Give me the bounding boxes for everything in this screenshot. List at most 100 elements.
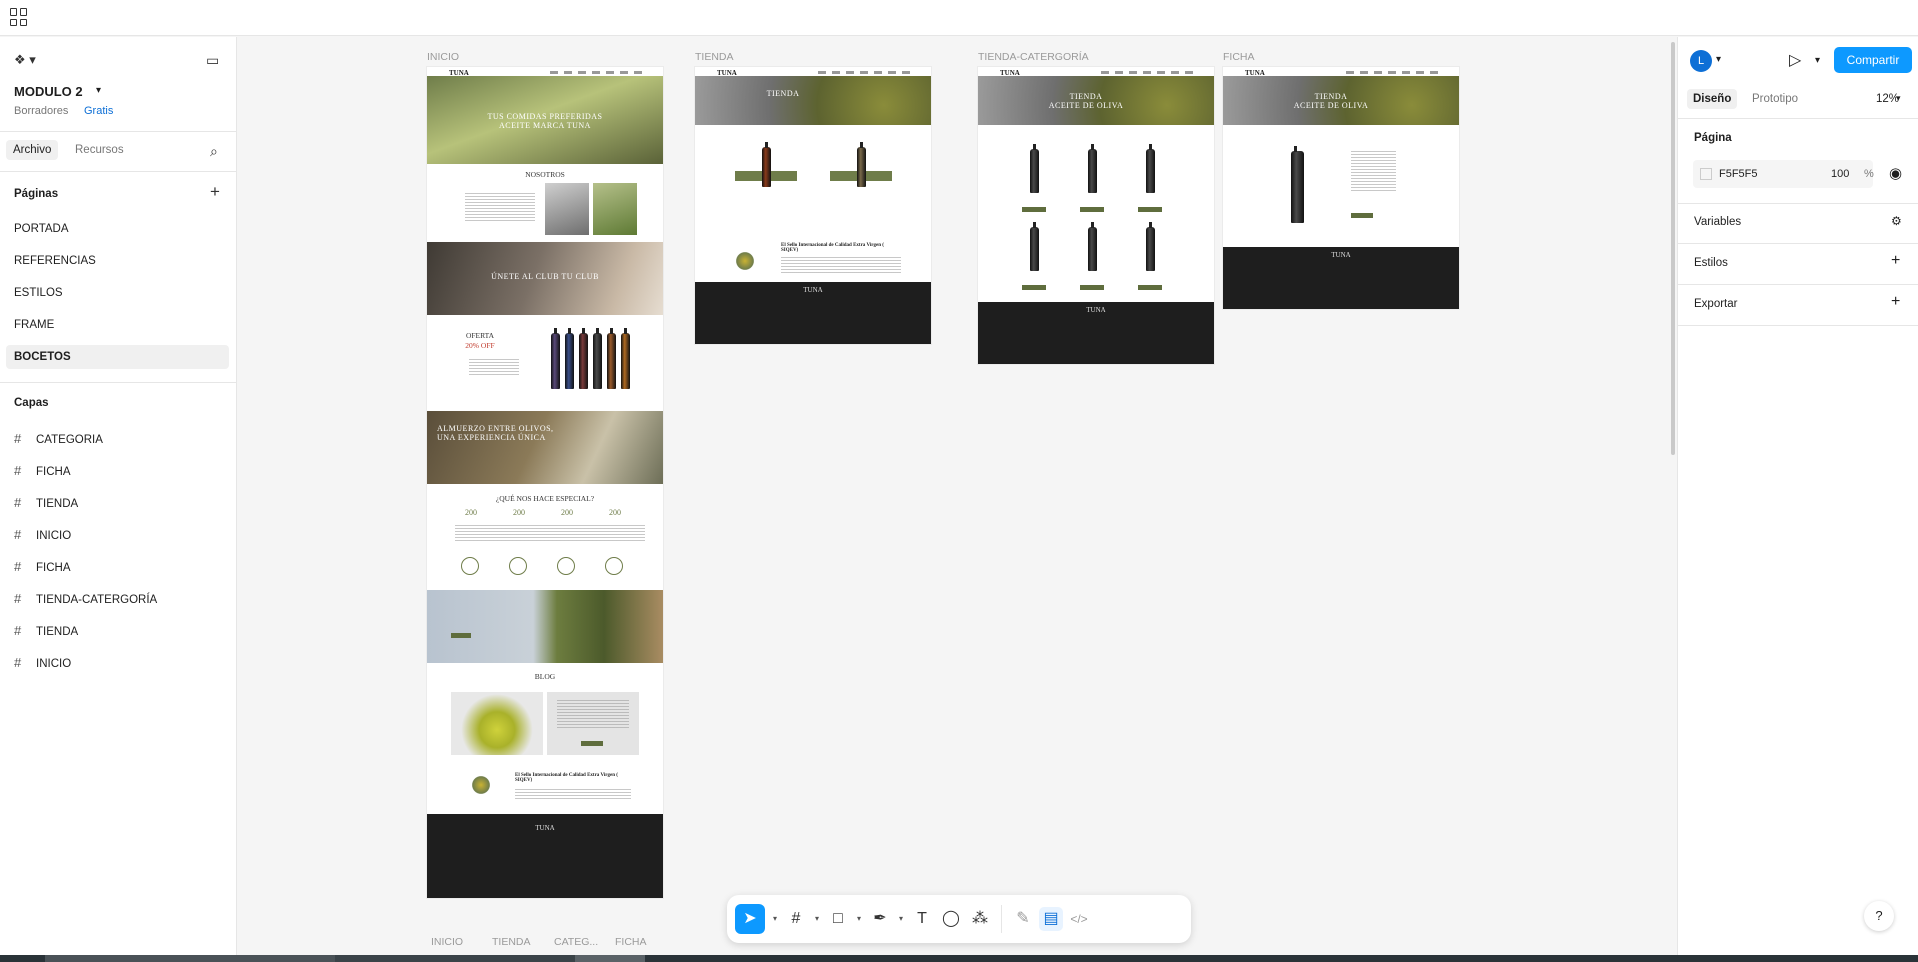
lunch-title: ALMUERZO ENTRE OLIVOS, UNA EXPERIENCIA Ú…	[437, 424, 554, 442]
photo	[545, 183, 589, 235]
tab-archivo[interactable]: Archivo	[6, 140, 59, 160]
seal-title: El Sello Internacional de Calidad Extra …	[515, 773, 618, 783]
layer-item[interactable]: # INICIO	[14, 527, 71, 544]
bottle-image	[1030, 144, 1039, 193]
body-text	[469, 359, 519, 377]
footer: TUNA	[427, 814, 663, 898]
export-label[interactable]: Exportar	[1694, 298, 1737, 310]
apps-grid-icon[interactable]	[10, 8, 28, 26]
eye-icon[interactable]: ◉	[1889, 164, 1902, 182]
hero-title: TUS COMIDAS PREFERIDAS ACEITE MARCA TUNA	[487, 112, 603, 130]
page-item-portada[interactable]: PORTADA	[6, 217, 229, 241]
badge-icon	[509, 557, 527, 575]
styles-label[interactable]: Estilos	[1694, 257, 1728, 269]
pen-tool-icon[interactable]: ✒	[868, 907, 892, 931]
opacity-value[interactable]: 100	[1831, 168, 1849, 180]
page-item-referencias[interactable]: REFERENCIAS	[6, 249, 229, 273]
sidebar-toggle-icon[interactable]: ▭	[206, 53, 219, 67]
bottle-image	[1030, 222, 1039, 271]
chevron-down-icon[interactable]: ▾	[1896, 93, 1901, 104]
add-export-icon[interactable]: +	[1891, 293, 1900, 311]
move-tool-icon[interactable]: ➤	[735, 904, 765, 934]
chevron-down-icon[interactable]: ▾	[812, 907, 822, 931]
frame-icon: #	[14, 431, 22, 446]
frame-icon: #	[14, 591, 22, 606]
search-icon[interactable]: ⌕	[210, 144, 218, 158]
bottom-label-tienda[interactable]: TIENDA	[492, 936, 531, 948]
footer-brand: TUNA	[1086, 306, 1106, 314]
canvas[interactable]: INICIO TIENDA TIENDA-CATERGORÍA FICHA TU…	[238, 37, 1676, 955]
tab-prototipo[interactable]: Prototipo	[1752, 93, 1798, 105]
bottom-label-categoria[interactable]: CATEG...	[554, 936, 598, 948]
avatar[interactable]: L	[1690, 50, 1712, 72]
bottom-label-ficha[interactable]: FICHA	[615, 936, 647, 948]
add-page-icon[interactable]: +	[210, 183, 220, 200]
bottom-label-inicio[interactable]: INICIO	[431, 936, 463, 948]
tab-recursos[interactable]: Recursos	[75, 144, 124, 156]
footer: TUNA	[1223, 247, 1459, 309]
bg-color-value[interactable]: F5F5F5	[1719, 168, 1758, 180]
file-name[interactable]: MODULO 2	[14, 84, 83, 99]
chevron-down-icon[interactable]: ▾	[770, 907, 780, 931]
chevron-down-icon[interactable]: ▾	[1815, 55, 1820, 66]
draw-mode-icon[interactable]: ✎	[1011, 907, 1035, 931]
layer-item[interactable]: # TIENDA-CATERGORÍA	[14, 591, 157, 608]
frame-ficha[interactable]: TUNA TIENDA ACEITE DE OLIVA TUNA	[1223, 67, 1459, 309]
frame-icon: #	[14, 495, 22, 510]
figma-menu-icon[interactable]: ❖ ▾	[14, 53, 36, 67]
canvas-scrollbar[interactable]	[1671, 42, 1675, 455]
frame-label-tienda[interactable]: TIENDA	[695, 51, 734, 63]
top-bar	[0, 0, 1918, 36]
color-swatch[interactable]	[1700, 168, 1712, 180]
layer-item[interactable]: # TIENDA	[14, 623, 78, 640]
rectangle-tool-icon[interactable]: □	[826, 907, 850, 931]
frame-label-inicio[interactable]: INICIO	[427, 51, 459, 63]
page-item-bocetos[interactable]: BOCETOS	[6, 345, 229, 369]
bottle-image	[565, 328, 574, 389]
actions-icon[interactable]: ⁂	[968, 907, 992, 931]
chevron-down-icon[interactable]: ▾	[896, 907, 906, 931]
frame-inicio[interactable]: TUNA TUS COMIDAS PREFERIDAS ACEITE MARCA…	[427, 67, 663, 898]
help-button[interactable]: ?	[1864, 901, 1894, 931]
footer: TUNA	[978, 302, 1214, 364]
add-style-icon[interactable]: +	[1891, 252, 1900, 270]
frame-tienda[interactable]: TUNA TIENDA El Sello Internacional de Ca…	[695, 67, 931, 344]
chevron-down-icon[interactable]: ▾	[854, 907, 864, 931]
page-item-frame[interactable]: FRAME	[6, 313, 229, 337]
bottle-image	[607, 328, 616, 389]
footer-brand: TUNA	[535, 824, 555, 832]
club-title: ÚNETE AL CLUB TU CLUB	[491, 272, 599, 281]
hero-title: TIENDA ACEITE DE OLIVA	[1048, 92, 1124, 110]
cta-button	[581, 741, 603, 746]
bottle-image	[1088, 222, 1097, 271]
layer-item[interactable]: # CATEGORIA	[14, 431, 103, 448]
dev-mode-icon[interactable]: </>	[1067, 907, 1091, 931]
layer-item[interactable]: # INICIO	[14, 655, 71, 672]
plan-badge[interactable]: Gratis	[84, 105, 113, 117]
frame-label-ficha[interactable]: FICHA	[1223, 51, 1255, 63]
seal-title: El Sello Internacional de Calidad Extra …	[781, 243, 884, 253]
page-item-estilos[interactable]: ESTILOS	[6, 281, 229, 305]
variables-icon[interactable]: ⚙	[1891, 214, 1902, 228]
tab-diseno[interactable]: Diseño	[1687, 89, 1738, 109]
frame-tienda-categoria[interactable]: TUNA TIENDA ACEITE DE OLIVA TUNA	[978, 67, 1214, 364]
share-button[interactable]: Compartir	[1834, 47, 1912, 73]
variables-label[interactable]: Variables	[1694, 216, 1741, 228]
section-title: NOSOTROS	[525, 170, 565, 179]
frame-tool-icon[interactable]: #	[784, 907, 808, 931]
design-mode-icon[interactable]: ▤	[1039, 907, 1063, 931]
layer-item[interactable]: # FICHA	[14, 463, 71, 480]
cta-button	[1138, 285, 1162, 290]
chevron-down-icon[interactable]: ▾	[1716, 54, 1721, 65]
layer-item[interactable]: # TIENDA	[14, 495, 78, 512]
text-tool-icon[interactable]: T	[910, 907, 934, 931]
nav-menu	[550, 71, 645, 74]
project-name[interactable]: Borradores	[14, 105, 68, 117]
frame-label-tienda-categoria[interactable]: TIENDA-CATERGORÍA	[978, 51, 1089, 63]
bottle-image	[1146, 144, 1155, 193]
body-text	[1351, 151, 1396, 191]
chevron-down-icon[interactable]: ▾	[96, 85, 101, 96]
play-icon[interactable]: ▷	[1789, 50, 1801, 70]
comment-tool-icon[interactable]: ◯	[939, 907, 963, 931]
layer-item[interactable]: # FICHA	[14, 559, 71, 576]
